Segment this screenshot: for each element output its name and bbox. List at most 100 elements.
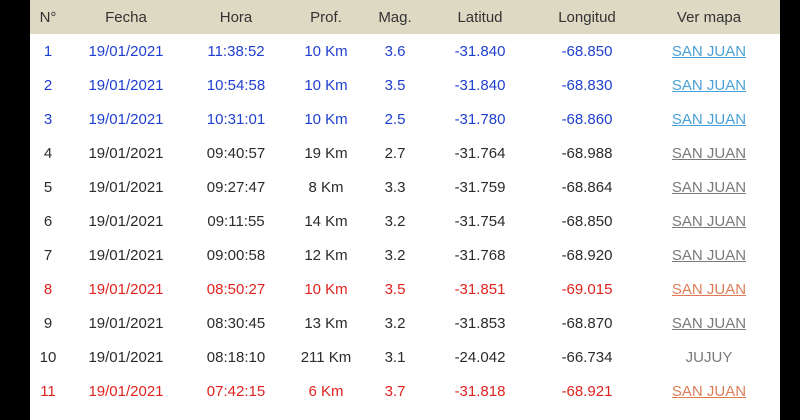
header-fecha: Fecha bbox=[105, 8, 147, 26]
cell-hora: 09:00:58 bbox=[206, 247, 266, 265]
cell-magnitud: 3.2 bbox=[384, 247, 406, 265]
cell-numero: 10 bbox=[39, 349, 57, 367]
table-row: 9 19/01/2021 08:30:45 13 Km 3.2 -31.853 -68.87… bbox=[30, 307, 780, 341]
cell-longitud: -68.850 bbox=[561, 42, 613, 60]
cell-latitud: -24.042 bbox=[454, 349, 506, 367]
cell-longitud: -69.015 bbox=[561, 281, 613, 299]
cell-hora: 11:38:52 bbox=[207, 42, 265, 60]
table-row: 1 19/01/2021 11:38:52 10 Km 3.6 -31.840 -68.85… bbox=[30, 34, 780, 68]
cell-hora: 09:11:55 bbox=[207, 213, 265, 231]
header-ver-mapa: Ver mapa bbox=[676, 8, 742, 26]
ver-mapa-link[interactable]: JUJUY bbox=[686, 349, 733, 366]
cell-hora: 08:50:27 bbox=[206, 281, 266, 299]
ver-mapa-link[interactable]: SAN JUAN bbox=[672, 213, 746, 230]
cell-fecha: 19/01/2021 bbox=[88, 247, 164, 265]
cell-longitud: -68.921 bbox=[561, 383, 613, 401]
cell-profundidad: 14 Km bbox=[304, 213, 348, 231]
cell-longitud: -68.830 bbox=[561, 76, 613, 94]
ver-mapa-link[interactable]: SAN JUAN bbox=[672, 43, 746, 60]
cell-magnitud: 2.7 bbox=[384, 144, 406, 162]
cell-magnitud: 3.5 bbox=[384, 76, 406, 94]
cell-fecha: 19/01/2021 bbox=[88, 42, 164, 60]
cell-fecha: 19/01/2021 bbox=[88, 76, 164, 94]
cell-numero: 9 bbox=[43, 315, 53, 333]
cell-profundidad: 211 Km bbox=[300, 349, 352, 367]
cell-fecha: 19/01/2021 bbox=[88, 144, 164, 162]
sismos-table: N° Fecha Hora Prof. Mag. Latitud Longitu… bbox=[30, 0, 780, 409]
cell-numero: 2 bbox=[43, 76, 53, 94]
table-row: 5 19/01/2021 09:27:47 8 Km 3.3 -31.759 -68.864… bbox=[30, 170, 780, 204]
cell-longitud: -66.734 bbox=[561, 349, 613, 367]
cell-hora: 08:30:45 bbox=[206, 315, 266, 333]
ver-mapa-link[interactable]: SAN JUAN bbox=[672, 383, 746, 400]
cell-latitud: -31.853 bbox=[454, 315, 506, 333]
cell-latitud: -31.764 bbox=[454, 144, 506, 162]
cell-ver-mapa: SAN JUAN bbox=[638, 273, 780, 307]
cell-magnitud: 3.5 bbox=[384, 281, 406, 299]
cell-hora: 10:54:58 bbox=[206, 76, 266, 94]
cell-numero: 5 bbox=[43, 178, 53, 196]
cell-magnitud: 3.3 bbox=[384, 178, 406, 196]
ver-mapa-link[interactable]: SAN JUAN bbox=[672, 247, 746, 264]
ver-mapa-link[interactable]: SAN JUAN bbox=[672, 145, 746, 162]
cell-hora: 09:27:47 bbox=[206, 178, 266, 196]
header-latitud: Latitud bbox=[457, 8, 503, 26]
cell-numero: 4 bbox=[43, 144, 53, 162]
cell-profundidad: 10 Km bbox=[304, 42, 348, 60]
cell-numero: 8 bbox=[43, 281, 53, 299]
header-magnitud: Mag. bbox=[378, 8, 412, 26]
cell-ver-mapa: JUJUY bbox=[638, 341, 780, 375]
table-row: 8 19/01/2021 08:50:27 10 Km 3.5 -31.851 -69.01… bbox=[30, 273, 780, 307]
table-row: 10 19/01/2021 08:18:10 211 Km 3.1 -24.042 -66.… bbox=[30, 341, 780, 375]
cell-latitud: -31.840 bbox=[454, 76, 506, 94]
cell-longitud: -68.850 bbox=[561, 213, 613, 231]
cell-fecha: 19/01/2021 bbox=[88, 110, 164, 128]
cell-ver-mapa: SAN JUAN bbox=[638, 102, 780, 136]
cell-profundidad: 10 Km bbox=[304, 281, 348, 299]
cell-ver-mapa: SAN JUAN bbox=[638, 68, 780, 102]
cell-ver-mapa: SAN JUAN bbox=[638, 375, 780, 409]
cell-fecha: 19/01/2021 bbox=[88, 281, 164, 299]
cell-hora: 10:31:01 bbox=[206, 110, 266, 128]
cell-ver-mapa: SAN JUAN bbox=[638, 239, 780, 273]
table-row: 7 19/01/2021 09:00:58 12 Km 3.2 -31.768 -68.92… bbox=[30, 239, 780, 273]
cell-hora: 07:42:15 bbox=[206, 383, 266, 401]
cell-longitud: -68.864 bbox=[561, 178, 613, 196]
header-hora: Hora bbox=[219, 8, 253, 26]
cell-numero: 7 bbox=[43, 247, 53, 265]
cell-profundidad: 12 Km bbox=[304, 247, 348, 265]
cell-profundidad: 6 Km bbox=[308, 383, 344, 401]
table-row: 4 19/01/2021 09:40:57 19 Km 2.7 -31.764 -68.98… bbox=[30, 136, 780, 170]
ver-mapa-link[interactable]: SAN JUAN bbox=[672, 111, 746, 128]
cell-fecha: 19/01/2021 bbox=[88, 178, 164, 196]
cell-fecha: 19/01/2021 bbox=[88, 349, 164, 367]
cell-latitud: -31.851 bbox=[454, 281, 506, 299]
table-row: 2 19/01/2021 10:54:58 10 Km 3.5 -31.840 -68.83… bbox=[30, 68, 780, 102]
header-longitud: Longitud bbox=[558, 8, 616, 26]
ver-mapa-link[interactable]: SAN JUAN bbox=[672, 179, 746, 196]
ver-mapa-link[interactable]: SAN JUAN bbox=[672, 281, 746, 298]
cell-magnitud: 3.2 bbox=[384, 213, 406, 231]
cell-latitud: -31.818 bbox=[454, 383, 506, 401]
cell-ver-mapa: SAN JUAN bbox=[638, 34, 780, 68]
cell-numero: 1 bbox=[43, 42, 53, 60]
cell-magnitud: 3.7 bbox=[384, 383, 406, 401]
cell-longitud: -68.988 bbox=[561, 144, 613, 162]
cell-fecha: 19/01/2021 bbox=[88, 213, 164, 231]
ver-mapa-link[interactable]: SAN JUAN bbox=[672, 77, 746, 94]
cell-hora: 08:18:10 bbox=[206, 349, 266, 367]
cell-fecha: 19/01/2021 bbox=[88, 383, 164, 401]
ver-mapa-link[interactable]: SAN JUAN bbox=[672, 315, 746, 332]
sismos-panel: N° Fecha Hora Prof. Mag. Latitud Longitu… bbox=[30, 0, 780, 420]
cell-latitud: -31.759 bbox=[454, 178, 506, 196]
cell-longitud: -68.920 bbox=[561, 247, 613, 265]
cell-numero: 3 bbox=[43, 110, 53, 128]
cell-ver-mapa: SAN JUAN bbox=[638, 170, 780, 204]
cell-magnitud: 3.6 bbox=[384, 42, 406, 60]
table-row: 6 19/01/2021 09:11:55 14 Km 3.2 -31.754 -68.85… bbox=[30, 204, 780, 238]
cell-ver-mapa: SAN JUAN bbox=[638, 307, 780, 341]
cell-numero: 6 bbox=[43, 213, 53, 231]
table-row: 3 19/01/2021 10:31:01 10 Km 2.5 -31.780 -68.86… bbox=[30, 102, 780, 136]
cell-latitud: -31.754 bbox=[454, 213, 506, 231]
cell-ver-mapa: SAN JUAN bbox=[638, 204, 780, 238]
